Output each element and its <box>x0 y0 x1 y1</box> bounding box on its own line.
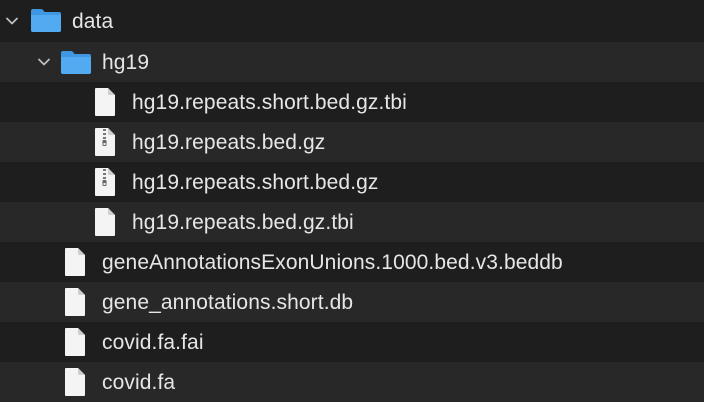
file-tree: data hg19 hg19.repeats.short.bed.gz.tbi <box>0 0 704 402</box>
document-icon <box>94 207 116 237</box>
tree-row-file[interactable]: gene_annotations.short.db <box>0 282 704 322</box>
document-icon <box>94 87 116 117</box>
tree-row-data[interactable]: data <box>0 0 704 42</box>
tree-row-file[interactable]: hg19.repeats.bed.gz <box>0 122 704 162</box>
document-icon <box>64 327 86 357</box>
file-name: hg19.repeats.short.bed.gz <box>132 171 379 194</box>
document-icon <box>64 287 86 317</box>
file-name: hg19.repeats.bed.gz <box>132 131 326 154</box>
file-name: covid.fa.fai <box>102 331 204 354</box>
file-name: hg19.repeats.short.bed.gz.tbi <box>132 91 407 114</box>
document-icon <box>64 367 86 397</box>
tree-row-file[interactable]: hg19.repeats.short.bed.gz <box>0 162 704 202</box>
file-name: geneAnnotationsExonUnions.1000.bed.v3.be… <box>102 251 563 274</box>
chevron-down-icon[interactable] <box>36 54 52 70</box>
folder-icon <box>60 49 92 75</box>
chevron-down-icon[interactable] <box>4 13 20 29</box>
tree-row-file[interactable]: geneAnnotationsExonUnions.1000.bed.v3.be… <box>0 242 704 282</box>
file-name: hg19.repeats.bed.gz.tbi <box>132 211 354 234</box>
tree-row-file[interactable]: covid.fa.fai <box>0 322 704 362</box>
file-name: covid.fa <box>102 371 176 394</box>
folder-icon <box>30 7 62 33</box>
archive-icon <box>94 127 116 157</box>
tree-row-file[interactable]: hg19.repeats.short.bed.gz.tbi <box>0 82 704 122</box>
folder-name: data <box>72 10 114 33</box>
folder-name: hg19 <box>102 51 150 74</box>
file-name: gene_annotations.short.db <box>102 291 354 314</box>
tree-row-hg19[interactable]: hg19 <box>0 42 704 82</box>
tree-row-file[interactable]: hg19.repeats.bed.gz.tbi <box>0 202 704 242</box>
tree-row-file[interactable]: covid.fa <box>0 362 704 402</box>
document-icon <box>64 247 86 277</box>
archive-icon <box>94 167 116 197</box>
